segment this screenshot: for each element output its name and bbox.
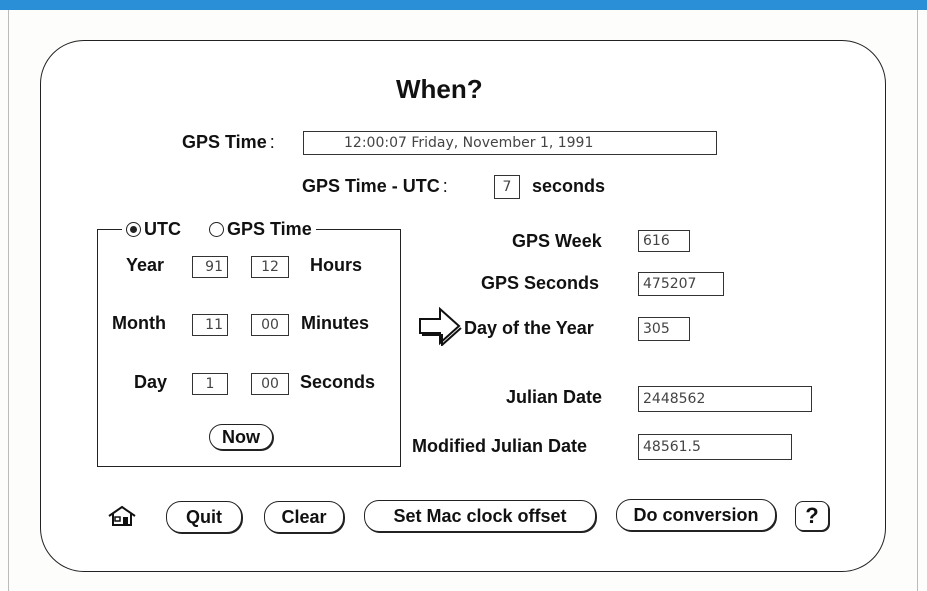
radio-gps-time-label: GPS Time xyxy=(227,219,312,239)
gps-week-field[interactable]: 616 xyxy=(638,230,690,252)
do-conversion-button[interactable]: Do conversion xyxy=(616,499,776,531)
gps-time-display[interactable]: 12:00:07 Friday, November 1, 1991 xyxy=(303,131,717,155)
day-of-year-field[interactable]: 305 xyxy=(638,317,690,341)
frame-border-left xyxy=(8,10,9,591)
gps-week-label: GPS Week xyxy=(512,231,602,251)
hours-field[interactable]: 12 xyxy=(251,256,289,278)
year-field[interactable]: 91 xyxy=(192,256,228,278)
minutes-field[interactable]: 00 xyxy=(251,314,289,336)
gps-time-label: GPS Time: xyxy=(182,132,275,152)
gps-seconds-field[interactable]: 475207 xyxy=(638,272,724,296)
day-of-year-label: Day of the Year xyxy=(464,318,594,338)
offset-unit-label: seconds xyxy=(532,176,606,196)
time-mode-selector: UTC GPS Time xyxy=(122,219,316,240)
arrow-right-icon xyxy=(419,306,462,346)
month-field[interactable]: 11 xyxy=(192,314,228,336)
julian-date-field[interactable]: 2448562 xyxy=(638,386,812,412)
year-label: Year xyxy=(126,255,165,275)
set-mac-clock-offset-button[interactable]: Set Mac clock offset xyxy=(364,500,596,532)
radio-utc[interactable]: UTC xyxy=(126,219,181,240)
day-label: Day xyxy=(134,372,168,392)
gps-utc-offset-label: GPS Time - UTC: xyxy=(302,176,448,196)
radio-gps-time[interactable]: GPS Time xyxy=(209,219,312,240)
modified-julian-date-label: Modified Julian Date xyxy=(412,436,588,456)
gps-utc-offset-field[interactable]: 7 xyxy=(494,175,520,199)
minutes-label: Minutes xyxy=(301,313,370,333)
radio-utc-label: UTC xyxy=(144,219,181,239)
frame-border-right xyxy=(917,10,918,591)
gps-seconds-label: GPS Seconds xyxy=(481,273,600,293)
home-icon[interactable] xyxy=(107,505,137,527)
top-accent-bar xyxy=(0,0,927,10)
page-title: When? xyxy=(396,74,483,104)
day-field[interactable]: 1 xyxy=(192,373,228,395)
now-button[interactable]: Now xyxy=(209,424,273,450)
quit-button[interactable]: Quit xyxy=(166,501,242,533)
help-button[interactable]: ? xyxy=(795,501,829,531)
seconds-label: Seconds xyxy=(300,372,376,392)
radio-utc-indicator[interactable] xyxy=(126,222,141,237)
hours-label: Hours xyxy=(310,255,363,275)
month-label: Month xyxy=(112,313,166,333)
julian-date-label: Julian Date xyxy=(506,387,603,407)
radio-gps-time-indicator[interactable] xyxy=(209,222,224,237)
clear-button[interactable]: Clear xyxy=(264,501,344,533)
seconds-field[interactable]: 00 xyxy=(251,373,289,395)
modified-julian-date-field[interactable]: 48561.5 xyxy=(638,434,792,460)
